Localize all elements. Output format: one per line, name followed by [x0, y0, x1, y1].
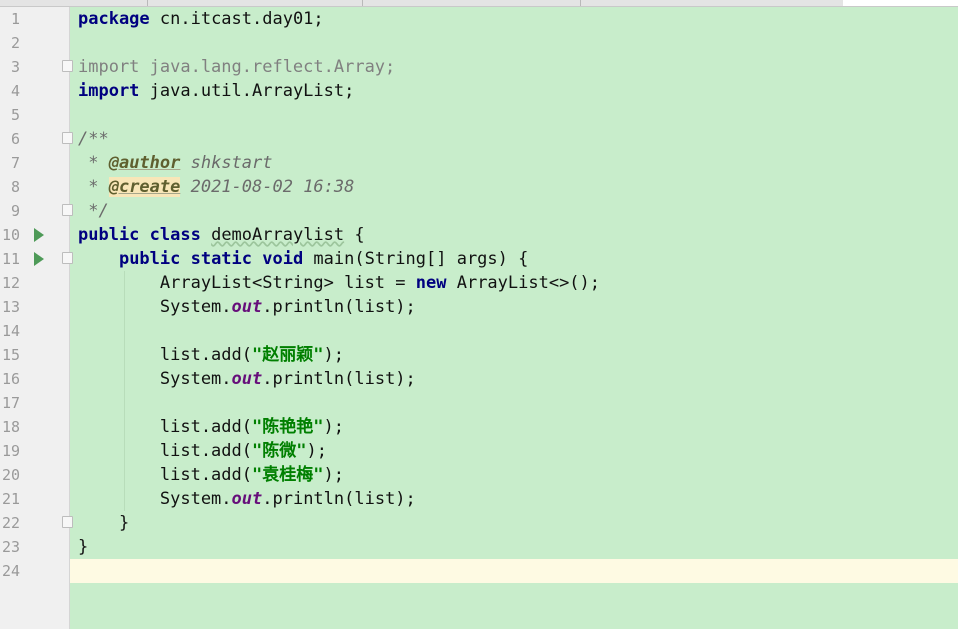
- line-number: 13: [1, 298, 20, 316]
- code-line[interactable]: 18 list.add("陈艳艳");: [0, 415, 958, 439]
- tab-separator: [362, 0, 363, 6]
- code-line[interactable]: 12 ArrayList<String> list = new ArrayLis…: [0, 271, 958, 295]
- code-text[interactable]: ArrayList<String> list = new ArrayList<>…: [78, 271, 600, 295]
- code-line[interactable]: 23 }: [0, 535, 958, 559]
- code-line[interactable]: 17: [0, 391, 958, 415]
- code-text[interactable]: package cn.itcast.day01;: [78, 7, 324, 31]
- code-text[interactable]: System.out.println(list);: [78, 367, 416, 391]
- code-text[interactable]: list.add("陈艳艳");: [78, 415, 344, 439]
- code-text[interactable]: list.add("赵丽颖");: [78, 343, 344, 367]
- code-text[interactable]: }: [78, 511, 129, 535]
- code-text[interactable]: */: [78, 199, 108, 223]
- line-number: 18: [1, 418, 20, 436]
- code-text[interactable]: System.out.println(list);: [78, 295, 416, 319]
- run-gutter-icon[interactable]: [34, 228, 44, 242]
- code-line[interactable]: 7 * @author shkstart: [0, 151, 958, 175]
- fold-marker-icon[interactable]: [62, 516, 73, 528]
- tab-separator: [580, 0, 581, 6]
- code-text[interactable]: public class demoArraylist {: [78, 223, 365, 247]
- fold-marker-icon[interactable]: [62, 60, 73, 72]
- tab-separator: [147, 0, 148, 6]
- line-number: 10: [1, 226, 20, 244]
- code-text[interactable]: * @author shkstart: [78, 151, 272, 175]
- fold-marker-icon[interactable]: [62, 204, 73, 216]
- code-line[interactable]: 14: [0, 319, 958, 343]
- line-number: 6: [10, 130, 20, 148]
- code-text[interactable]: * @create 2021-08-02 16:38: [78, 175, 354, 199]
- code-line[interactable]: 8 * @create 2021-08-02 16:38: [0, 175, 958, 199]
- line-number: 2: [10, 34, 20, 52]
- line-number: 22: [1, 514, 20, 532]
- line-number: 8: [10, 178, 20, 196]
- line-number: 24: [1, 562, 20, 580]
- line-number: 3: [10, 58, 20, 76]
- code-line[interactable]: 5: [0, 103, 958, 127]
- code-editor[interactable]: 1 package cn.itcast.day01; 2 3 import ja…: [0, 7, 958, 583]
- line-number: 5: [10, 106, 20, 124]
- line-number: 20: [1, 466, 20, 484]
- line-number: 19: [1, 442, 20, 460]
- fold-marker-icon[interactable]: [62, 252, 73, 264]
- line-number: 14: [1, 322, 20, 340]
- code-text[interactable]: import java.util.ArrayList;: [78, 79, 354, 103]
- line-number: 7: [10, 154, 20, 172]
- code-line[interactable]: 20 list.add("袁桂梅");: [0, 463, 958, 487]
- code-text[interactable]: import java.lang.reflect.Array;: [78, 55, 395, 79]
- line-number: 9: [10, 202, 20, 220]
- code-line[interactable]: 4 import java.util.ArrayList;: [0, 79, 958, 103]
- code-line[interactable]: 19 list.add("陈微");: [0, 439, 958, 463]
- line-number: 15: [1, 346, 20, 364]
- code-line[interactable]: 6 /**: [0, 127, 958, 151]
- run-gutter-icon[interactable]: [34, 252, 44, 266]
- code-text[interactable]: list.add("袁桂梅");: [78, 463, 344, 487]
- line-number: 21: [1, 490, 20, 508]
- code-text[interactable]: }: [78, 535, 88, 559]
- code-line[interactable]: 9 */: [0, 199, 958, 223]
- code-line-current[interactable]: 24: [0, 559, 958, 583]
- fold-marker-icon[interactable]: [62, 132, 73, 144]
- line-number: 1: [10, 10, 20, 28]
- code-text[interactable]: public static void main(String[] args) {: [78, 247, 528, 271]
- code-line[interactable]: 11 public static void main(String[] args…: [0, 247, 958, 271]
- line-number: 4: [10, 82, 20, 100]
- code-line[interactable]: 15 list.add("赵丽颖");: [0, 343, 958, 367]
- editor-tab-bar: [0, 0, 958, 7]
- code-text[interactable]: list.add("陈微");: [78, 439, 327, 463]
- code-line[interactable]: 16 System.out.println(list);: [0, 367, 958, 391]
- tab-active[interactable]: [843, 0, 958, 6]
- code-text[interactable]: /**: [78, 127, 109, 151]
- code-line[interactable]: 3 import java.lang.reflect.Array;: [0, 55, 958, 79]
- line-number: 23: [1, 538, 20, 556]
- line-number: 17: [1, 394, 20, 412]
- code-line[interactable]: 10 public class demoArraylist {: [0, 223, 958, 247]
- code-text[interactable]: System.out.println(list);: [78, 487, 416, 511]
- code-line[interactable]: 22 }: [0, 511, 958, 535]
- code-line[interactable]: 2: [0, 31, 958, 55]
- line-number: 12: [1, 274, 20, 292]
- line-number: 11: [1, 250, 20, 268]
- line-number: 16: [1, 370, 20, 388]
- code-line[interactable]: 21 System.out.println(list);: [0, 487, 958, 511]
- code-line[interactable]: 13 System.out.println(list);: [0, 295, 958, 319]
- code-line[interactable]: 1 package cn.itcast.day01;: [0, 7, 958, 31]
